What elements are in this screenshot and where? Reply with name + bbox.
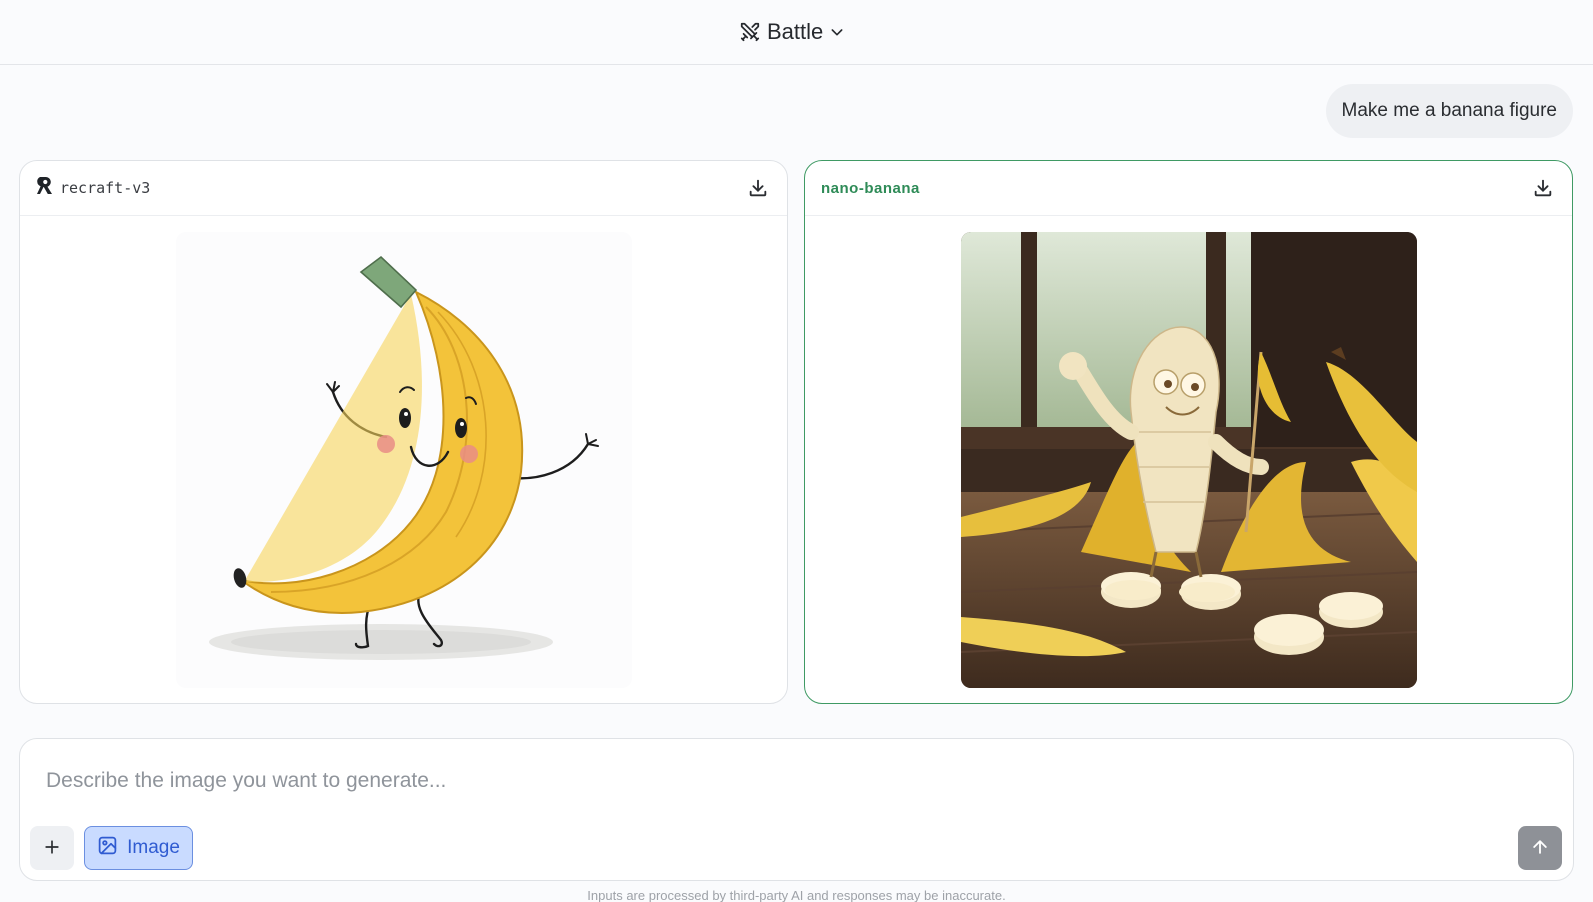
- user-message-bubble: Make me a banana figure: [1325, 84, 1573, 138]
- generated-image[interactable]: [176, 232, 632, 688]
- prompt-composer: Image: [19, 738, 1574, 881]
- panel-body: [20, 216, 787, 703]
- disclaimer-text: Inputs are processed by third-party AI a…: [587, 888, 1006, 902]
- plus-icon: [42, 837, 62, 860]
- send-button[interactable]: [1518, 826, 1562, 870]
- image-icon: [97, 835, 118, 862]
- user-message-text: Make me a banana figure: [1341, 100, 1557, 121]
- response-panel-b[interactable]: nano-banana: [804, 160, 1573, 704]
- mode-selector[interactable]: Battle: [739, 17, 845, 47]
- arrow-up-icon: [1530, 837, 1550, 860]
- recraft-logo-icon: [36, 176, 54, 200]
- panel-header: recraft-v3: [20, 161, 787, 216]
- panel-header: nano-banana: [805, 161, 1572, 216]
- mode-label: Battle: [767, 19, 824, 44]
- swords-icon: [739, 21, 761, 43]
- download-icon[interactable]: [747, 177, 769, 199]
- image-mode-label: Image: [127, 837, 180, 858]
- prompt-input[interactable]: [46, 763, 1526, 799]
- panel-body: [805, 216, 1572, 703]
- top-bar: Battle: [0, 0, 1593, 65]
- model-name: recraft-v3: [60, 179, 151, 197]
- generated-image[interactable]: [961, 232, 1417, 688]
- chevron-down-icon: [829, 24, 845, 40]
- add-attachment-button[interactable]: [30, 826, 74, 870]
- image-mode-toggle[interactable]: Image: [84, 826, 193, 870]
- response-panel-a[interactable]: recraft-v3: [19, 160, 788, 704]
- model-name: nano-banana: [821, 179, 920, 197]
- download-icon[interactable]: [1532, 177, 1554, 199]
